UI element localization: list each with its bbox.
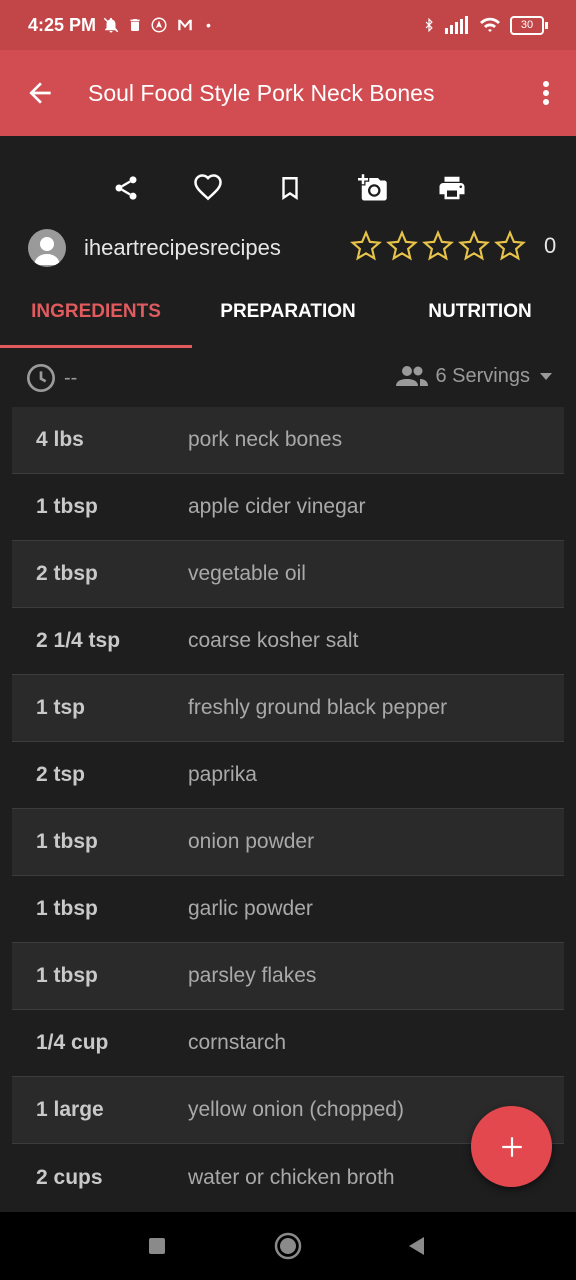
favorite-button[interactable] <box>188 168 228 208</box>
rating-count: 0 <box>544 233 557 258</box>
more-vert-icon[interactable] <box>534 77 558 109</box>
recipe-title: Soul Food Style Pork Neck Bones <box>88 80 435 106</box>
dropdown-arrow-icon <box>540 373 552 380</box>
star-icon[interactable] <box>422 230 454 262</box>
ingredient-quantity: 1/4 cup <box>36 1031 109 1054</box>
print-icon <box>439 176 465 200</box>
star-icon[interactable] <box>386 230 418 262</box>
author-name: iheartrecipesrecipes <box>84 235 281 260</box>
app-bar: Soul Food Style Pork Neck Bones <box>0 50 576 136</box>
add-fab[interactable] <box>471 1106 552 1187</box>
recipe-meta: -- 6 Servings <box>0 358 576 400</box>
add-photo-icon <box>358 174 387 201</box>
servings-label: 6 Servings <box>435 364 531 387</box>
tab-label: NUTRITION <box>428 301 532 322</box>
ingredient-name: yellow onion (chopped) <box>188 1098 404 1121</box>
ingredient-quantity: 2 tbsp <box>36 562 98 585</box>
ingredient-name: paprika <box>188 763 257 786</box>
ingredient-row[interactable]: 1 tbsp onion powder <box>12 809 564 876</box>
recipe-actions <box>0 168 576 210</box>
ingredient-name: cornstarch <box>188 1031 287 1054</box>
avatar <box>28 229 66 267</box>
ingredient-row[interactable]: 1 tbsp apple cider vinegar <box>12 474 564 541</box>
ingredient-row[interactable]: 2 tsp paprika <box>12 742 564 809</box>
dot-icon: • <box>206 17 211 33</box>
tab-bar: INGREDIENTS PREPARATION NUTRITION <box>0 290 576 348</box>
back-arrow-icon[interactable] <box>24 77 56 109</box>
ingredient-row[interactable]: 1 tbsp garlic powder <box>12 876 564 943</box>
bookmark-button[interactable] <box>270 168 310 208</box>
share-icon <box>115 176 137 200</box>
plus-icon <box>501 1136 522 1157</box>
ingredient-row[interactable]: 4 lbs pork neck bones <box>12 407 564 474</box>
ingredient-name: apple cider vinegar <box>188 495 366 518</box>
star-icon[interactable] <box>494 230 526 262</box>
trash-icon <box>130 19 140 31</box>
bluetooth-icon <box>425 17 433 33</box>
ingredient-name: pork neck bones <box>188 428 343 451</box>
ingredient-quantity: 1 tbsp <box>36 897 98 920</box>
ingredient-name: parsley flakes <box>188 964 317 987</box>
notification-icons: • <box>102 16 211 34</box>
tab-preparation[interactable]: PREPARATION <box>192 290 384 348</box>
ingredient-name: coarse kosher salt <box>188 629 359 652</box>
ingredient-quantity: 1 tbsp <box>36 495 98 518</box>
recipe-author[interactable]: iheartrecipesrecipes <box>28 228 281 268</box>
ingredient-name: onion powder <box>188 830 315 853</box>
people-icon <box>395 366 428 386</box>
ingredient-list: 4 lbs pork neck bones 1 tbsp apple cider v… <box>12 407 564 1211</box>
ingredient-name: freshly ground black pepper <box>188 696 448 719</box>
system-nav-bar <box>0 1212 576 1280</box>
heart-icon <box>194 174 222 201</box>
battery-level: 30 <box>510 15 544 35</box>
bookmark-icon <box>282 177 298 200</box>
navigation-icon <box>151 17 167 33</box>
print-button[interactable] <box>432 168 472 208</box>
star-rating[interactable]: 0 <box>350 230 556 262</box>
home-icon[interactable] <box>272 1230 304 1262</box>
ingredient-row[interactable]: 2 1/4 tsp coarse kosher salt <box>12 608 564 675</box>
ingredient-name: water or chicken broth <box>188 1165 395 1189</box>
tab-label: PREPARATION <box>220 301 356 322</box>
ingredient-row[interactable]: 2 tbsp vegetable oil <box>12 541 564 608</box>
recents-icon[interactable] <box>141 1230 173 1262</box>
person-icon <box>34 237 60 265</box>
wifi-icon <box>480 17 500 32</box>
ingredient-quantity: 1 tbsp <box>36 830 98 853</box>
back-triangle-icon[interactable] <box>400 1230 432 1262</box>
tab-label: INGREDIENTS <box>31 301 161 322</box>
clock-icon <box>27 364 55 392</box>
system-icons: 30 <box>422 15 548 35</box>
ingredient-name: garlic powder <box>188 897 313 920</box>
ingredient-quantity: 1 tbsp <box>36 964 98 987</box>
ingredient-quantity: 1 tsp <box>36 696 86 719</box>
ingredient-quantity: 1 large <box>36 1098 104 1121</box>
signal-icon <box>445 16 468 34</box>
status-time: 4:25 PM <box>28 14 97 35</box>
bell-off-icon <box>103 17 119 33</box>
add-photo-button[interactable] <box>353 168 393 208</box>
ingredient-row[interactable]: 1/4 cup cornstarch <box>12 1010 564 1077</box>
star-icon[interactable] <box>350 230 382 262</box>
mail-icon <box>178 19 192 31</box>
tab-indicator <box>0 345 192 348</box>
share-button[interactable] <box>106 168 146 208</box>
star-icon[interactable] <box>458 230 490 262</box>
servings-selector[interactable]: 6 Servings <box>395 364 555 388</box>
tab-ingredients[interactable]: INGREDIENTS <box>0 290 192 348</box>
ingredient-row[interactable]: 1 tbsp parsley flakes <box>12 943 564 1010</box>
total-time: -- <box>64 367 78 389</box>
ingredient-name: vegetable oil <box>188 562 306 585</box>
tab-nutrition[interactable]: NUTRITION <box>384 290 576 348</box>
battery-icon: 30 <box>510 15 548 35</box>
ingredient-quantity: 2 1/4 tsp <box>36 629 121 652</box>
ingredient-quantity: 2 cups <box>36 1165 103 1189</box>
ingredient-quantity: 4 lbs <box>36 428 84 451</box>
status-bar: 4:25 PM • 30 <box>0 0 576 50</box>
ingredient-row[interactable]: 1 tsp freshly ground black pepper <box>12 675 564 742</box>
ingredient-quantity: 2 tsp <box>36 763 86 786</box>
